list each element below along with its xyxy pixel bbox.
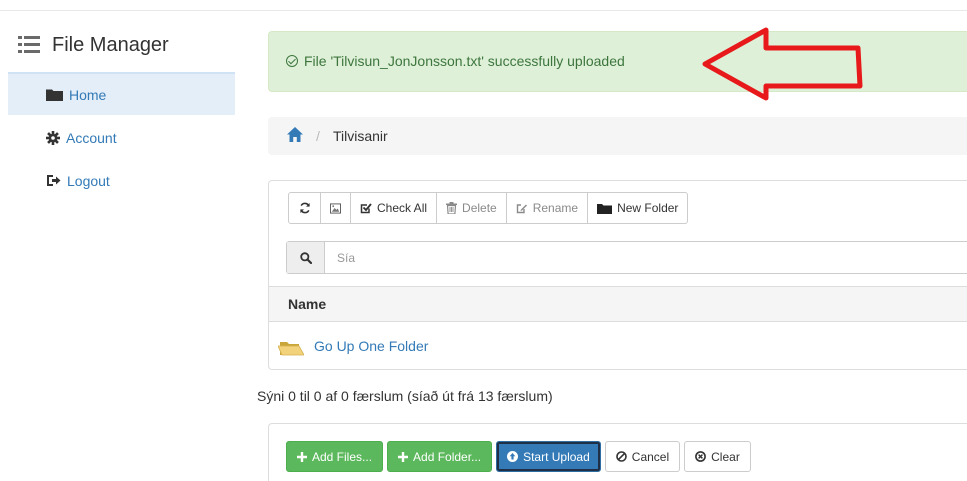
sidebar-item-label: Home — [69, 86, 107, 103]
remove-circle-icon — [695, 451, 707, 462]
sidebar-item-label: Account — [66, 129, 117, 146]
check-all-label: Check All — [377, 201, 428, 215]
delete-button[interactable]: Delete — [436, 192, 507, 224]
add-files-label: Add Files... — [312, 449, 373, 464]
delete-label: Delete — [462, 201, 497, 215]
clear-label: Clear — [711, 449, 740, 464]
table-header — [269, 286, 967, 322]
logout-icon — [47, 175, 61, 186]
rename-label: Rename — [532, 201, 579, 215]
new-folder-button[interactable]: New Folder — [587, 192, 689, 224]
alert-text: File 'Tilvisun_JonJonsson.txt' successfu… — [304, 53, 625, 69]
search-bar — [286, 241, 967, 274]
search-icon — [299, 251, 312, 264]
add-folder-button[interactable]: Add Folder... — [387, 441, 493, 472]
sidebar-item-logout[interactable]: Logout — [8, 160, 235, 201]
plus-icon — [398, 451, 409, 462]
brand[interactable]: File Manager — [18, 30, 169, 60]
sidebar-item-home[interactable]: Home — [8, 74, 235, 115]
sidebar-item-label: Logout — [67, 172, 110, 189]
folder-icon — [46, 89, 63, 101]
top-divider — [0, 10, 967, 11]
column-header-name[interactable]: Name — [288, 296, 326, 312]
trash-icon — [446, 202, 458, 214]
search-input[interactable] — [325, 242, 967, 273]
plus-icon — [297, 451, 307, 462]
gear-icon — [46, 130, 60, 145]
home-icon[interactable] — [287, 127, 303, 142]
start-upload-button[interactable]: Start Upload — [496, 441, 601, 472]
new-folder-label: New Folder — [617, 201, 679, 215]
refresh-icon — [299, 202, 310, 214]
list-icon — [18, 36, 40, 54]
image-icon — [330, 202, 341, 214]
check-all-button[interactable]: Check All — [350, 192, 438, 224]
add-folder-label: Add Folder... — [413, 449, 482, 464]
table-row[interactable]: Go Up One Folder — [278, 336, 428, 356]
alert-message: File 'Tilvisun_JonJonsson.txt' successfu… — [286, 53, 625, 69]
clear-button[interactable]: Clear — [684, 441, 751, 472]
add-files-button[interactable]: Add Files... — [286, 441, 384, 472]
cancel-label: Cancel — [631, 449, 670, 464]
edit-icon — [516, 204, 527, 214]
folder-icon — [597, 203, 613, 214]
brand-title: File Manager — [52, 33, 169, 56]
check-circle-icon — [286, 55, 298, 67]
ban-icon — [615, 451, 627, 462]
folder-up-icon — [278, 342, 304, 356]
search-icon-addon — [287, 242, 325, 273]
table-summary: Sýni 0 til 0 af 0 færslum (síað út frá 1… — [257, 388, 553, 404]
sidebar-item-account[interactable]: Account — [8, 117, 235, 158]
check-square-icon — [360, 203, 372, 214]
start-upload-label: Start Upload — [523, 449, 590, 464]
breadcrumb-separator: / — [316, 128, 320, 144]
upload-circle-icon — [507, 451, 519, 462]
upload-buttons: Add Files... Add Folder... Start Upload … — [286, 441, 751, 472]
thumbnail-view-button[interactable] — [320, 192, 351, 224]
go-up-link[interactable]: Go Up One Folder — [314, 338, 428, 354]
file-toolbar: Check All Delete Rename New Folder — [288, 192, 689, 224]
refresh-button[interactable] — [288, 192, 321, 224]
cancel-button[interactable]: Cancel — [604, 441, 681, 472]
rename-button[interactable]: Rename — [505, 192, 589, 224]
breadcrumb-current: Tilvisanir — [333, 128, 388, 144]
red-arrow-annotation — [702, 27, 863, 101]
